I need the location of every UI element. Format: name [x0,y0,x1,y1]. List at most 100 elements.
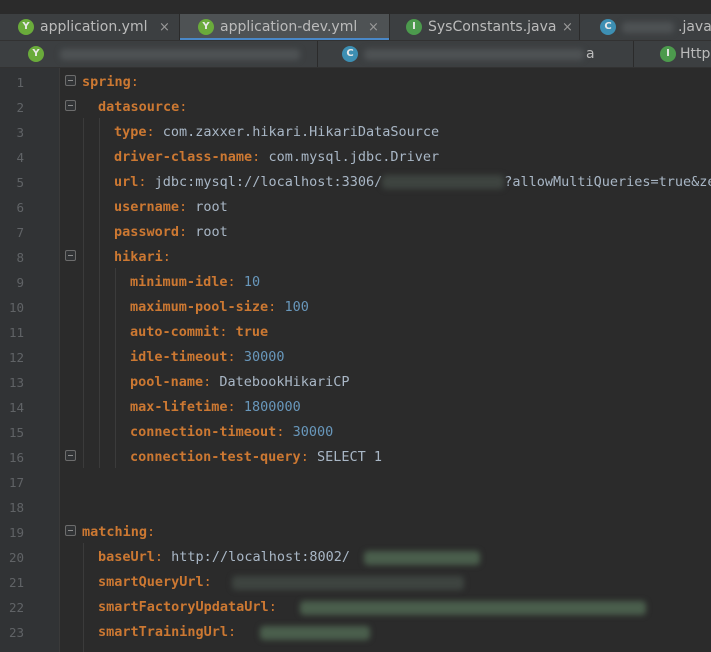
yaml-key: pool-name [130,374,204,390]
code-line[interactable]: type: com.zaxxer.hikari.HikariDataSource [60,120,711,145]
tab-label: a [586,46,595,62]
redacted-filename [364,49,584,60]
close-icon[interactable]: × [562,19,573,36]
yaml-key: url [114,174,139,190]
line-number: 3 [16,125,24,140]
line-number: 19 [8,525,24,540]
colon: : [138,174,147,190]
yaml-key: spring [82,74,131,90]
code-line[interactable] [60,470,711,495]
colon: : [154,549,164,565]
tab-redacted-2[interactable]: C a [318,41,634,67]
colon: : [162,249,171,265]
class-icon: C [342,46,358,62]
colon: : [147,524,156,540]
line-number: 7 [16,225,24,240]
line-number: 20 [8,550,24,565]
code-line[interactable]: pool-name: DatebookHikariCP [60,370,711,395]
tab-label: application.yml [40,19,148,35]
class-icon: C [600,19,616,35]
code-line[interactable]: auto-commit: true [60,320,711,345]
close-icon[interactable]: × [368,19,379,36]
line-number: 23 [8,625,24,640]
colon: : [130,74,139,90]
code-line[interactable]: max-lifetime: 1800000 [60,395,711,420]
yaml-value: jdbc:mysql://localhost:3306/ [146,174,383,190]
redacted-filename [622,22,674,33]
interface-icon: I [660,46,676,62]
code-line[interactable]: smartTrainingUrl: [60,620,711,645]
ide-window: Y application.yml × Y application-dev.ym… [0,0,711,652]
yaml-value: com.mysql.jdbc.Driver [260,149,440,165]
yaml-key: minimum-idle [130,274,228,290]
line-number: 18 [8,500,24,515]
yaml-key: smartFactoryUpdataUrl [98,599,269,615]
tab-application-yml[interactable]: Y application.yml × [0,14,180,40]
line-number: 14 [8,400,24,415]
code-line[interactable] [60,495,711,520]
line-number: 5 [16,175,24,190]
colon: : [268,599,277,615]
yaml-key: max-lifetime [130,399,228,415]
tab-redacted-1[interactable]: Y [0,41,318,67]
code-line[interactable]: minimum-idle: 10 [60,270,711,295]
colon: : [146,124,155,140]
editor-tab-bar-row-2: Y C a I Http [0,41,711,68]
code-line[interactable]: connection-test-query: SELECT 1 [60,445,711,470]
code-line[interactable]: connection-timeout: 30000 [60,420,711,445]
tab-sysconstants-java[interactable]: I SysConstants.java × [390,14,580,40]
code-line[interactable]: datasource: [60,95,711,120]
colon: : [179,199,188,215]
line-number: 12 [8,350,24,365]
code-line[interactable]: driver-class-name: com.mysql.jdbc.Driver [60,145,711,170]
code-line[interactable]: spring: [60,70,711,95]
yaml-key: datasource [98,99,180,115]
line-number: 1 [16,75,24,90]
colon: : [219,324,228,340]
tab-label: application-dev.yml [220,19,358,35]
line-number: 15 [8,425,24,440]
colon: : [203,574,212,590]
yaml-key: matching [82,524,148,540]
line-number: 17 [8,475,24,490]
yaml-value: com.zaxxer.hikari.HikariDataSource [154,124,440,140]
redacted-url [364,551,480,565]
interface-icon: I [406,19,422,35]
tab-application-dev-yml[interactable]: Y application-dev.yml × [180,14,390,40]
yaml-value: 10 [235,274,261,290]
line-number: 11 [8,325,24,340]
line-number: 22 [8,600,24,615]
spring-yml-icon: Y [18,19,34,35]
yaml-value: 1800000 [235,399,301,415]
yaml-value: DatebookHikariCP [211,374,350,390]
code-line[interactable]: username: root [60,195,711,220]
tab-label: .java [678,19,711,35]
spring-yml-icon: Y [198,19,214,35]
yaml-key: password [114,224,180,240]
yaml-key: username [114,199,180,215]
yaml-key: smartTrainingUrl [98,624,229,640]
redacted-url [300,601,646,615]
yaml-key: idle-timeout [130,349,228,365]
code-line[interactable]: matching: [60,520,711,545]
redacted-db-name [382,175,504,189]
line-number: 8 [16,250,24,265]
tab-http[interactable]: I Http [634,41,711,67]
colon: : [228,624,237,640]
tab-java-file[interactable]: C .java [580,14,711,40]
code-line[interactable]: maximum-pool-size: 100 [60,295,711,320]
code-line[interactable]: password: root [60,220,711,245]
redacted-filename [60,49,300,60]
spring-yml-icon: Y [28,46,44,62]
close-icon[interactable]: × [159,19,170,36]
line-number: 2 [16,100,24,115]
code-line[interactable]: hikari: [60,245,711,270]
code-line[interactable]: idle-timeout: 30000 [60,345,711,370]
editor-tab-bar: Y application.yml × Y application-dev.ym… [0,14,711,41]
colon: : [227,349,236,365]
line-number: 10 [8,300,24,315]
colon: : [227,274,236,290]
yaml-value: 30000 [284,424,334,440]
redacted-url [232,576,464,590]
line-number-gutter: 1 2 3 4 5 6 7 8 9 10 11 12 13 14 15 16 17 18 19 20 21 22 23 [0,68,60,652]
